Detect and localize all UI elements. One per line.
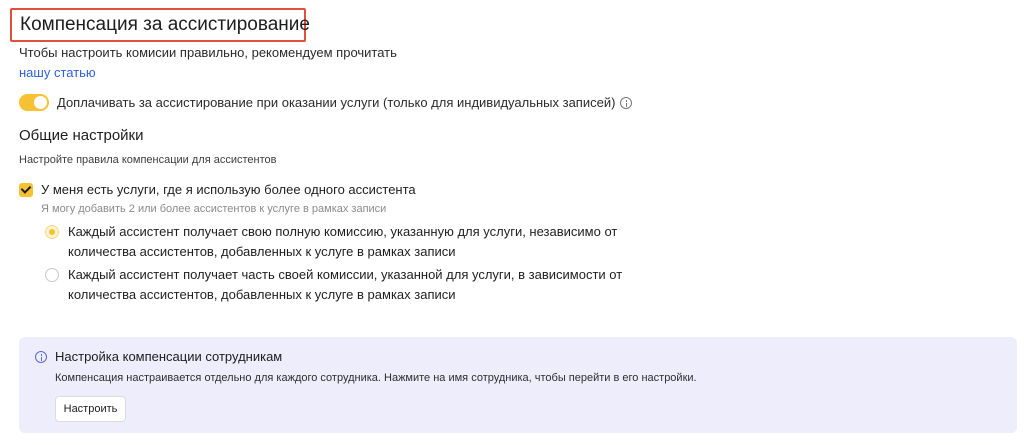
general-settings-subtitle: Настройте правила компенсации для ассист…	[19, 154, 277, 166]
toggle-knob	[34, 95, 47, 109]
radio-option-partial-commission: Каждый ассистент получает часть своей ко…	[45, 265, 658, 305]
assist-compensation-toggle[interactable]	[19, 93, 49, 111]
multi-assistant-checkbox-row: У меня есть услуги, где я использую боле…	[19, 182, 416, 197]
intro-description: Чтобы настроить комисии правильно, реком…	[19, 45, 397, 60]
multi-assistant-hint: Я могу добавить 2 или более ассистентов …	[41, 203, 387, 215]
radio-option-full-commission: Каждый ассистент получает свою полную ко…	[45, 222, 658, 262]
configure-button[interactable]: Настроить	[55, 396, 126, 422]
radio-full-commission-label: Каждый ассистент получает свою полную ко…	[68, 224, 618, 259]
info-icon[interactable]	[620, 97, 633, 109]
general-settings-title: Общие настройки	[19, 127, 144, 144]
info-icon	[35, 351, 47, 363]
panel-text: Компенсация настраивается отдельно для к…	[55, 372, 697, 384]
article-link[interactable]: нашу статью	[19, 65, 96, 80]
multi-assistant-label: У меня есть услуги, где я использую боле…	[41, 182, 416, 197]
page-title: Компенсация за ассистирование	[20, 14, 310, 35]
toggle-label: Доплачивать за ассистирование при оказан…	[57, 94, 616, 110]
staff-compensation-panel: Настройка компенсации сотрудникам Компен…	[19, 337, 1017, 433]
intro-text: Чтобы настроить комисии правильно, реком…	[19, 43, 399, 83]
panel-title: Настройка компенсации сотрудникам	[55, 349, 283, 364]
radio-full-commission[interactable]	[45, 225, 59, 239]
multi-assistant-checkbox[interactable]	[19, 182, 33, 197]
radio-partial-commission[interactable]	[45, 268, 59, 282]
assist-compensation-toggle-row: Доплачивать за ассистирование при оказан…	[19, 93, 633, 111]
radio-partial-commission-label: Каждый ассистент получает часть своей ко…	[68, 267, 623, 302]
